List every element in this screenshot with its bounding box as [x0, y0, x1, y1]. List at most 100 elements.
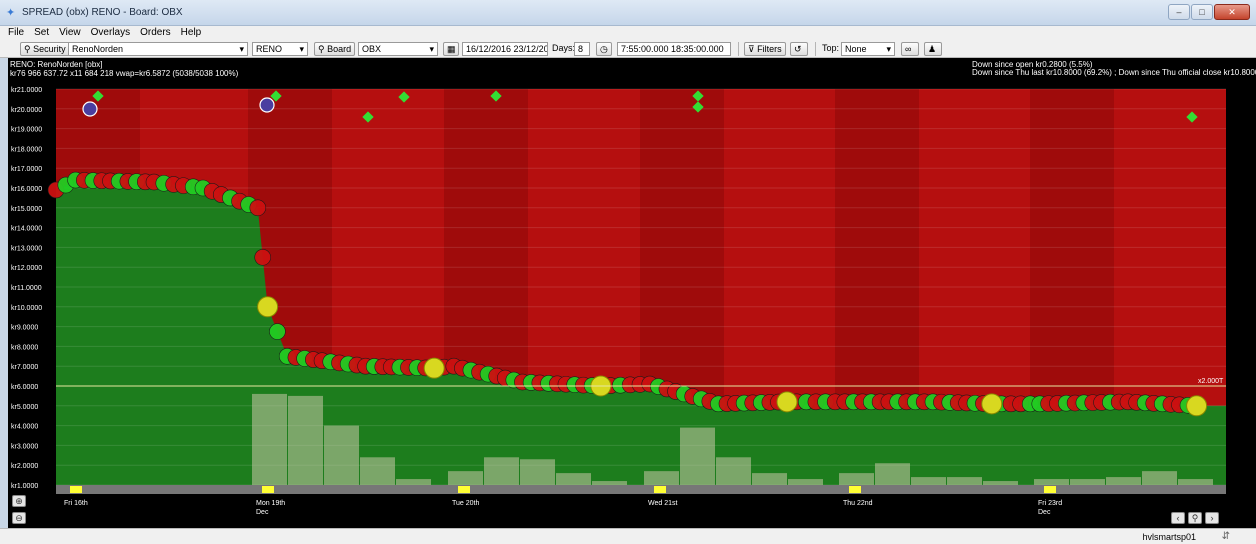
security-select[interactable]: RenoNorden ▾ [68, 42, 248, 56]
x-tick-label: Wed 21st [648, 500, 677, 507]
person-icon: ♟ [928, 44, 937, 54]
y-tick-label: kr20.0000 [11, 107, 42, 114]
y-tick-label: kr12.0000 [11, 265, 42, 272]
window-controls: – □ ✕ [1168, 4, 1250, 20]
volume-bar [875, 463, 910, 485]
zoom-out-vertical-button[interactable]: ⊖ [12, 512, 26, 524]
filters-button-label: Filters [757, 44, 782, 54]
security-button-label: Security [33, 44, 66, 54]
volume-bar [644, 471, 679, 485]
security-button[interactable]: ⚲ Security [20, 42, 70, 56]
spread-app-icon: ✦ [6, 7, 16, 19]
chevron-down-icon: ▾ [239, 44, 244, 54]
chevron-right-icon: › [1210, 513, 1214, 523]
search-icon: ⚲ [318, 44, 325, 54]
menu-overlays[interactable]: Overlays [91, 26, 130, 40]
zoom-button[interactable]: ⚲ [1188, 512, 1202, 524]
volume-bar [947, 477, 982, 485]
clock-icon: ◷ [600, 44, 608, 54]
volume-bar [520, 459, 555, 485]
zoom-in-vertical-button[interactable]: ⊕ [12, 495, 26, 507]
trade-bubble [254, 249, 271, 266]
y-tick-label: kr11.0000 [11, 285, 42, 292]
y-tick-label: kr6.0000 [11, 384, 38, 391]
marker-label: x2.000T [1198, 378, 1224, 385]
chevron-down-icon: ▾ [299, 44, 304, 54]
menu-bar: File Set View Overlays Orders Help [0, 26, 1256, 40]
link-icon: ∞ [905, 44, 912, 54]
volume-bar [983, 481, 1018, 485]
filters-button[interactable]: ⊽ Filters [744, 42, 786, 56]
y-tick-label: kr3.0000 [11, 443, 38, 450]
volume-bar [252, 393, 287, 485]
session-marker [458, 486, 470, 493]
y-tick-label: kr15.0000 [11, 206, 42, 213]
scroll-left-button[interactable]: ‹ [1171, 512, 1185, 524]
y-tick-label: kr19.0000 [11, 127, 42, 134]
volume-bar [1106, 477, 1141, 485]
clock-button[interactable]: ◷ [596, 42, 612, 56]
days-field[interactable]: 8 [574, 42, 590, 56]
top-label: Top: [822, 43, 840, 53]
scroll-right-button[interactable]: › [1205, 512, 1219, 524]
date-range-field[interactable]: 16/12/2016 23/12/2016 [462, 42, 548, 56]
menu-help[interactable]: Help [181, 26, 202, 40]
link-button[interactable]: ∞ [901, 42, 919, 56]
y-tick-label: kr14.0000 [11, 226, 42, 233]
days-label: Days: [552, 43, 576, 53]
days-value: 8 [578, 44, 584, 54]
board-button-label: Board [327, 44, 352, 54]
maximize-button[interactable]: □ [1191, 4, 1213, 20]
y-tick-label: kr17.0000 [11, 166, 42, 173]
volume-bar [484, 457, 519, 485]
reset-button[interactable]: ↺ [790, 42, 808, 56]
highlight-bubble [981, 393, 1003, 415]
security-select-value: RenoNorden [72, 44, 124, 54]
y-tick-label: kr5.0000 [11, 404, 38, 411]
highlight-bubble [257, 296, 279, 318]
volume-bar [556, 473, 591, 485]
y-tick-label: kr21.0000 [11, 87, 42, 94]
filter-icon: ⊽ [748, 44, 755, 54]
chart-header-stats: kr76 966 637.72 x11 684 218 vwap=kr6.587… [10, 69, 239, 78]
minimize-button[interactable]: – [1168, 4, 1190, 20]
toolbar-separator [738, 42, 739, 56]
board-select[interactable]: OBX ▾ [358, 42, 438, 56]
window-titlebar: ✦ SPREAD (obx) RENO - Board: OBX – □ ✕ [0, 0, 1256, 26]
menu-set[interactable]: Set [34, 26, 49, 40]
ticker-select[interactable]: RENO ▾ [252, 42, 308, 56]
ticker-select-value: RENO [256, 44, 283, 54]
chart-header-name: RENO: RenoNorden [obx] [10, 60, 103, 69]
volume-bar [1142, 471, 1177, 485]
menu-view[interactable]: View [59, 26, 81, 40]
session-marker [70, 486, 82, 493]
session-marker [262, 486, 274, 493]
y-tick-label: kr10.0000 [11, 305, 42, 312]
menu-file[interactable]: File [8, 26, 24, 40]
menu-orders[interactable]: Orders [140, 26, 171, 40]
chart-panel[interactable]: kr21.0000 kr20.0000 kr19.0000 kr18.0000 kr17… [8, 58, 1256, 528]
info-icon [259, 97, 275, 113]
search-icon: ⚲ [24, 44, 31, 54]
volume-bar [396, 479, 431, 485]
x-tick-label: Mon 19th [256, 500, 285, 507]
close-button[interactable]: ✕ [1214, 4, 1250, 20]
person-button[interactable]: ♟ [924, 42, 942, 56]
status-bar: hvlsmartsp01 ⇵ [0, 528, 1256, 544]
volume-bar [1178, 479, 1213, 485]
highlight-bubble [1186, 395, 1208, 417]
window-title: SPREAD (obx) RENO - Board: OBX [22, 7, 183, 18]
calendar-button[interactable]: ▦ [443, 42, 459, 56]
zoom-out-icon: ⊖ [15, 513, 23, 523]
session-marker [654, 486, 666, 493]
volume-bar [752, 473, 787, 485]
top-select-value: None [845, 44, 867, 54]
top-select[interactable]: None ▾ [841, 42, 895, 56]
time-range-value: 7:55:00.000 18:35:00.000 [621, 44, 724, 54]
session-marker [849, 486, 861, 493]
price-chart[interactable]: kr21.0000 kr20.0000 kr19.0000 kr18.0000 kr17… [8, 58, 1256, 528]
volume-bar [1070, 479, 1105, 485]
board-button[interactable]: ⚲ Board [314, 42, 356, 56]
time-range-field[interactable]: 7:55:00.000 18:35:00.000 [617, 42, 731, 56]
search-icon: ⚲ [1191, 513, 1199, 523]
